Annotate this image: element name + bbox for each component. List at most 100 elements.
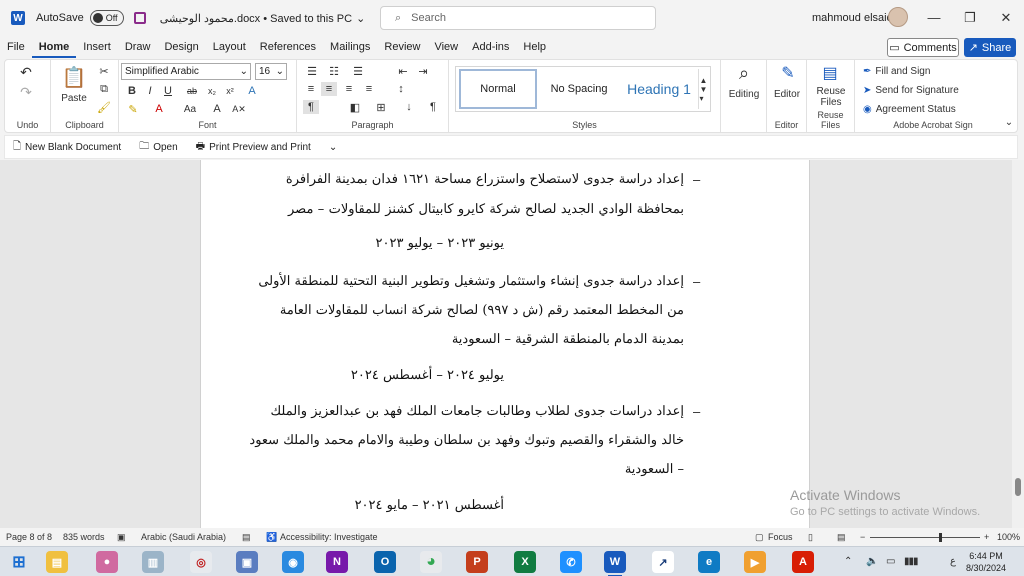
excel-icon[interactable]: X <box>514 551 536 573</box>
word-taskbar-icon[interactable]: W <box>604 551 626 576</box>
media-app-icon[interactable]: ▶ <box>744 551 766 573</box>
sort-icon[interactable]: ↓ <box>401 100 417 114</box>
underline-icon[interactable]: U <box>161 84 175 98</box>
style-normal[interactable]: Normal <box>459 69 537 109</box>
format-painter-icon[interactable]: 🖌 <box>97 100 111 114</box>
tab-file[interactable]: File <box>0 36 32 58</box>
file-explorer-icon[interactable]: ▤ <box>46 551 68 573</box>
track-changes-icon[interactable]: ▤ <box>242 532 251 543</box>
shading-icon[interactable]: ◧ <box>347 100 363 114</box>
windows-start-icon[interactable]: ⊞ <box>8 551 30 573</box>
numbering-icon[interactable]: ☷ <box>325 64 343 78</box>
edge-icon[interactable]: e <box>698 551 720 573</box>
tab-insert[interactable]: Insert <box>76 36 118 58</box>
text-effects-icon[interactable]: A <box>243 84 261 98</box>
highlight-icon[interactable]: ✎ <box>125 102 141 116</box>
zoom-in-icon[interactable]: + <box>984 532 989 542</box>
justify-icon[interactable]: ≡ <box>361 82 377 96</box>
tab-references[interactable]: References <box>253 36 323 58</box>
new-blank-document-button[interactable]: 🗋 New Blank Document <box>13 139 121 156</box>
undo-icon[interactable]: ↶ <box>17 64 35 80</box>
tab-design[interactable]: Design <box>157 36 205 58</box>
styles-scroll[interactable]: ▲ ▼ ▾ <box>698 69 708 109</box>
stock-app-icon[interactable]: ↗ <box>652 551 674 573</box>
agreement-status-button[interactable]: ◉ Agreement Status <box>863 102 1003 116</box>
tab-addins[interactable]: Add-ins <box>465 36 516 58</box>
editor-icon[interactable]: ✎ <box>777 62 799 84</box>
redo-icon[interactable]: ↷ <box>17 84 35 100</box>
increase-indent-icon[interactable]: ⇥ <box>415 64 431 78</box>
rtl-direction-icon[interactable]: ¶ <box>303 100 319 114</box>
print-layout-icon[interactable]: ▤ <box>837 532 846 543</box>
app-icon[interactable]: ◉ <box>282 551 304 573</box>
print-preview-button[interactable]: 🖶 Print Preview and Print <box>196 139 311 156</box>
volume-icon[interactable]: 🔈 <box>866 556 878 567</box>
align-right-icon[interactable]: ≡ <box>341 82 357 96</box>
reuse-files-button[interactable]: Reuse Files <box>813 86 849 108</box>
search-box[interactable]: ⌕ Search <box>380 6 656 30</box>
paste-icon[interactable]: 📋 <box>61 64 87 90</box>
tab-draw[interactable]: Draw <box>118 36 158 58</box>
fill-and-sign-button[interactable]: ✒ Fill and Sign <box>863 64 1003 78</box>
reuse-files-icon[interactable]: ▤ <box>819 62 841 84</box>
page-count[interactable]: Page 8 of 8 <box>6 532 52 542</box>
tab-help[interactable]: Help <box>516 36 553 58</box>
subscript-icon[interactable]: x₂ <box>205 84 219 98</box>
tab-view[interactable]: View <box>427 36 465 58</box>
borders-icon[interactable]: ⊞ <box>373 100 389 114</box>
tab-home[interactable]: Home <box>31 36 77 58</box>
clear-format-icon[interactable]: A✕ <box>231 102 247 116</box>
bold-icon[interactable]: B <box>125 84 139 98</box>
align-center-icon[interactable]: ≡ <box>321 82 337 96</box>
tray-overflow-icon[interactable]: ⌃ <box>844 556 852 567</box>
find-icon[interactable]: ⌕ <box>733 62 755 84</box>
zoom-level[interactable]: 100% <box>997 532 1020 542</box>
app-icon[interactable]: ◎ <box>190 551 212 573</box>
style-no-spacing[interactable]: No Spacing <box>540 69 618 109</box>
strikethrough-icon[interactable]: ab <box>183 84 201 98</box>
document-title[interactable]: محمود الوحيشى.docx • Saved to this PC ⌄ <box>160 12 366 25</box>
italic-icon[interactable]: I <box>143 84 157 98</box>
tab-mailings[interactable]: Mailings <box>323 36 377 58</box>
app-icon[interactable]: ● <box>96 551 118 573</box>
outlook-icon[interactable]: O <box>374 551 396 573</box>
tab-review[interactable]: Review <box>377 36 427 58</box>
accessibility-status[interactable]: Accessibility: Investigate <box>280 532 378 542</box>
tab-layout[interactable]: Layout <box>206 36 253 58</box>
editing-button[interactable]: Editing <box>721 88 767 100</box>
font-size-select[interactable]: 16 ⌄ <box>255 63 287 80</box>
vertical-scrollbar[interactable] <box>1012 160 1024 528</box>
customize-qat-button[interactable]: ⌄ <box>329 142 337 153</box>
bullets-icon[interactable]: ☰ <box>303 64 321 78</box>
copy-icon[interactable]: ⧉ <box>97 82 111 96</box>
network-icon[interactable]: ▮▮▮ <box>904 556 918 567</box>
chrome-icon[interactable]: ◕ <box>420 551 442 573</box>
word-count[interactable]: 835 words <box>63 532 105 542</box>
powerpoint-icon[interactable]: P <box>466 551 488 573</box>
save-icon[interactable] <box>133 12 146 24</box>
cut-icon[interactable]: ✂ <box>97 64 111 78</box>
show-marks-icon[interactable]: ¶ <box>425 100 441 114</box>
paste-button[interactable]: Paste <box>57 92 91 104</box>
document-page[interactable]: – إعداد دراسة جدوى لاستصلاح واستزراع مسا… <box>200 160 810 528</box>
decrease-indent-icon[interactable]: ⇤ <box>395 64 411 78</box>
send-for-signature-button[interactable]: ➤ Send for Signature <box>863 83 1003 97</box>
chat-app-icon[interactable]: ✆ <box>560 551 582 573</box>
minimize-icon[interactable]: — <box>924 8 944 28</box>
user-name[interactable]: mahmoud elsaid <box>812 12 893 24</box>
editor-button[interactable]: Editor <box>767 88 807 100</box>
scrollbar-thumb[interactable] <box>1015 478 1021 496</box>
multilevel-list-icon[interactable]: ☰ <box>349 64 367 78</box>
superscript-icon[interactable]: x² <box>223 84 237 98</box>
avatar[interactable] <box>888 7 908 27</box>
collapse-ribbon-icon[interactable]: ⌄ <box>1003 116 1015 128</box>
read-mode-icon[interactable]: ▯ <box>808 532 813 543</box>
onenote-icon[interactable]: N <box>326 551 348 573</box>
close-icon[interactable]: ✕ <box>996 8 1016 28</box>
battery-icon[interactable]: ▭ <box>886 556 895 567</box>
zoom-slider-thumb[interactable] <box>939 533 942 542</box>
grow-font-icon[interactable]: A <box>209 102 225 116</box>
file-manager-icon[interactable]: ▣ <box>236 551 258 573</box>
align-left-icon[interactable]: ≡ <box>303 82 319 96</box>
comments-button[interactable]: ▭ Comments <box>887 38 959 57</box>
